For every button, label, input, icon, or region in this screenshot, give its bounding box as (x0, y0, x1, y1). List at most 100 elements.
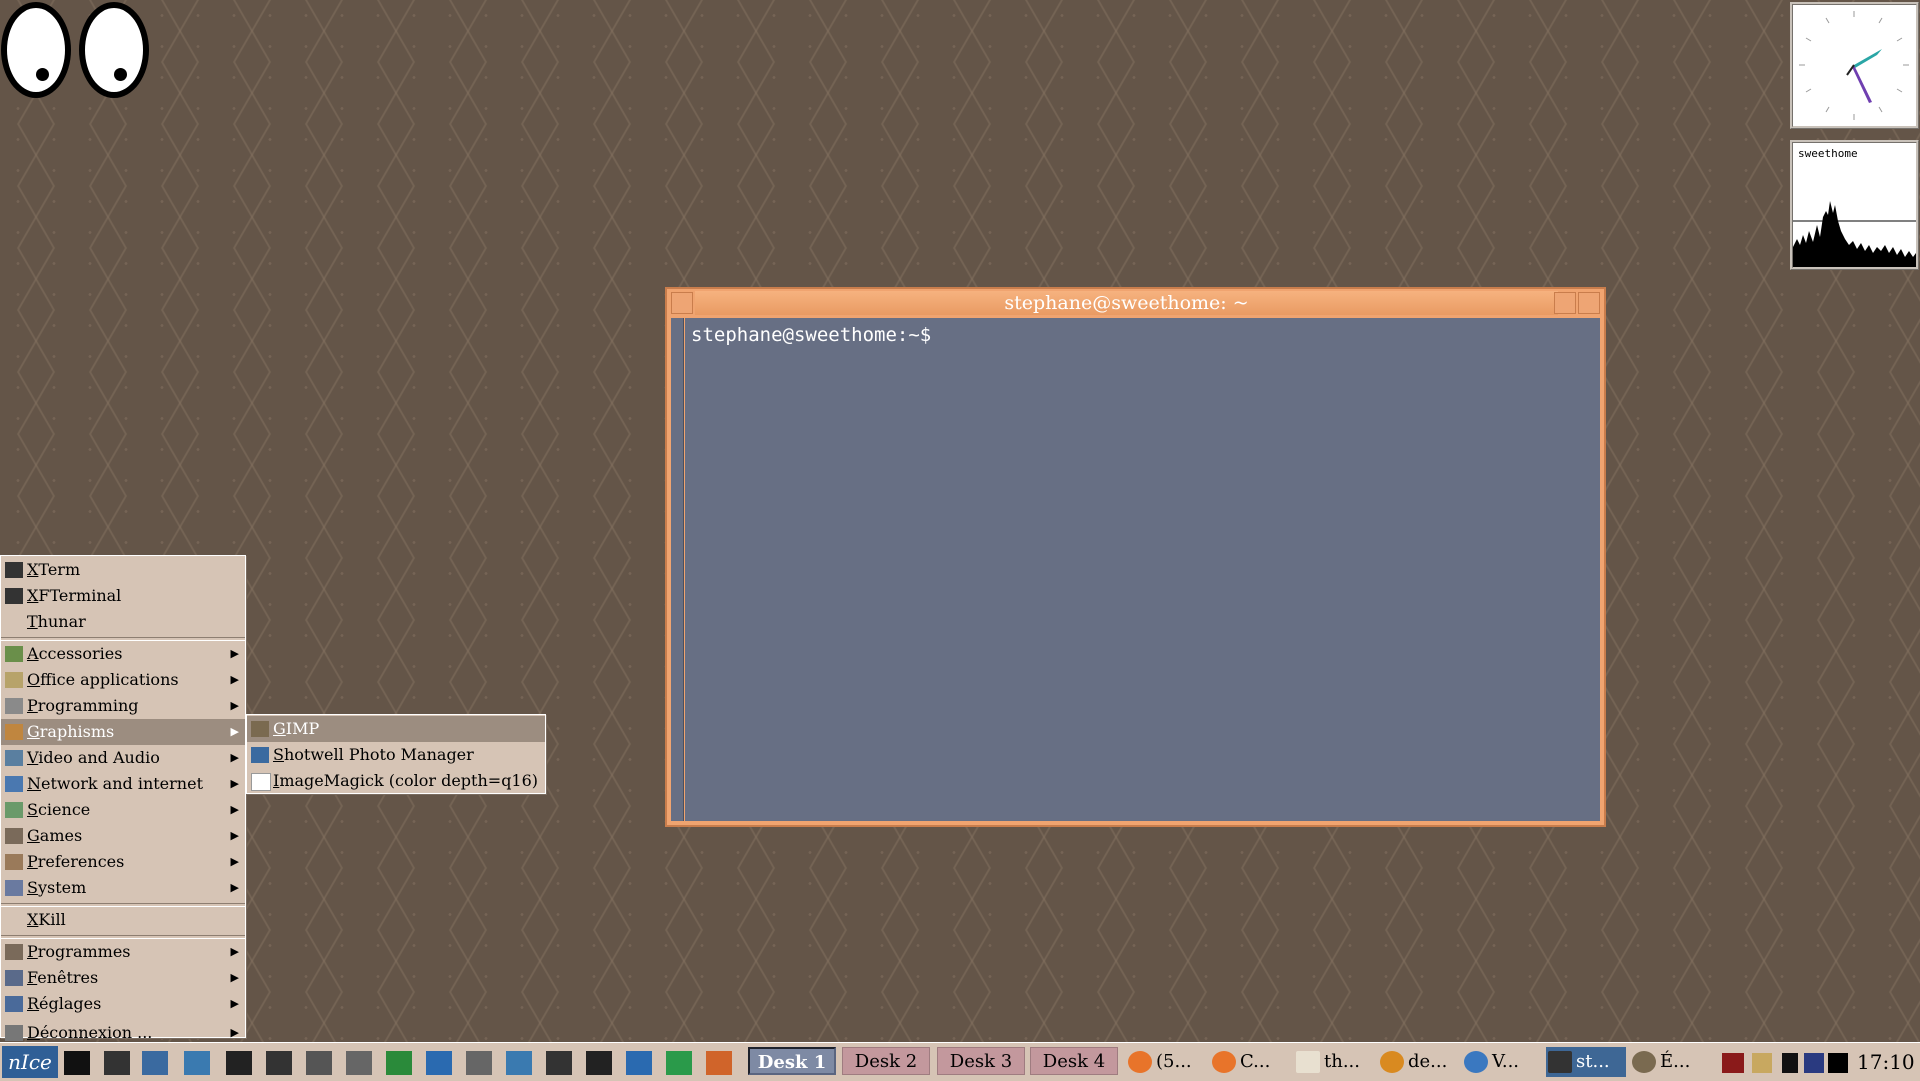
glasses-icon[interactable] (104, 1051, 130, 1075)
terminal-icon (1548, 1051, 1572, 1073)
terminal-icon[interactable] (266, 1051, 292, 1075)
submenu-arrow-icon: ▶ (230, 829, 239, 842)
menu-item-label: XKill (27, 910, 66, 929)
submenu-arrow-icon: ▶ (230, 971, 239, 984)
menu-item-graphisms[interactable]: Graphisms ▶ (1, 719, 245, 745)
terminal-icon (5, 588, 23, 604)
audio-icon[interactable] (1722, 1053, 1744, 1073)
tux-icon[interactable] (586, 1051, 612, 1075)
taskbar-task[interactable]: V... (1462, 1047, 1542, 1077)
menu-item-label: System (27, 878, 87, 897)
xeyes-widget (0, 0, 152, 100)
menu-item-programming[interactable]: Programming ▶ (1, 693, 245, 719)
task-label: V... (1492, 1051, 1520, 1072)
gimp-icon (1632, 1051, 1656, 1073)
start-button[interactable]: nIce (2, 1046, 58, 1078)
menu-item-label: ImageMagick (color depth=q16) (273, 771, 539, 790)
menu-item-preferences[interactable]: Preferences ▶ (1, 849, 245, 875)
taskbar-task[interactable]: (5... (1126, 1047, 1206, 1077)
calc-icon[interactable] (666, 1051, 692, 1075)
menu-item-label: Réglages (27, 994, 102, 1013)
minimize-button[interactable] (1554, 292, 1576, 314)
clipboard-icon[interactable] (1752, 1053, 1772, 1073)
monitor-icon[interactable] (142, 1051, 168, 1075)
clock-face-icon (1799, 11, 1909, 120)
menu-item-label: GIMP (273, 719, 320, 738)
runner-icon[interactable] (184, 1051, 210, 1075)
menu-item-label: Preferences (27, 852, 125, 871)
terminal-scrollbar[interactable] (671, 318, 684, 821)
menu-item-thunar[interactable]: Thunar (1, 609, 245, 635)
imagemagick-icon (251, 773, 271, 791)
taskbar-task[interactable]: st... (1546, 1047, 1626, 1077)
calculator-icon[interactable] (306, 1051, 332, 1075)
taskbar-task[interactable]: th... (1294, 1047, 1374, 1077)
computer-icon[interactable] (226, 1051, 252, 1075)
mail-icon[interactable] (466, 1051, 492, 1075)
desk-4-button[interactable]: Desk 4 (1030, 1047, 1118, 1075)
taskbar-task[interactable]: de... (1378, 1047, 1458, 1077)
network-icon[interactable] (426, 1051, 452, 1075)
maximize-button[interactable] (1578, 292, 1600, 314)
window-menu-button[interactable] (671, 292, 693, 314)
preferences-icon (5, 854, 23, 870)
writer-icon[interactable] (626, 1051, 652, 1075)
menu-item-xterm[interactable]: XTerm (1, 557, 245, 583)
menu-item-label: Fenêtres (27, 968, 99, 987)
battery-icon[interactable] (1782, 1053, 1798, 1073)
menu-item-xkill[interactable]: XKill (1, 907, 245, 933)
menu-item-programmes[interactable]: Programmes ▶ (1, 939, 245, 965)
menu-item-science[interactable]: Science ▶ (1, 797, 245, 823)
desk-3-button[interactable]: Desk 3 (937, 1047, 1025, 1075)
menu-item-fen-tres[interactable]: Fenêtres ▶ (1, 965, 245, 991)
text-editor-icon[interactable] (346, 1051, 372, 1075)
menu-item-label: XTerm (27, 560, 81, 579)
firefox-icon (1212, 1051, 1236, 1073)
menu-item-xfterminal[interactable]: XFTerminal (1, 583, 245, 609)
games-icon (5, 828, 23, 844)
video-audio-icon (5, 750, 23, 766)
menu-item-r-glages[interactable]: Réglages ▶ (1, 991, 245, 1017)
folder-icon (1296, 1051, 1320, 1073)
desk-1-button[interactable]: Desk 1 (748, 1047, 836, 1075)
submenu-item-gimp[interactable]: GIMP (247, 716, 545, 742)
taskbar: nIce Desk 1 Desk 2 Desk 3 Desk 4 (5... C... th… (0, 1042, 1920, 1081)
camera-icon[interactable] (546, 1051, 572, 1075)
analog-clock (1790, 2, 1919, 129)
menu-item-accessories[interactable]: Accessories ▶ (1, 641, 245, 667)
cde-icon[interactable] (64, 1051, 90, 1075)
load-graph-icon (1793, 201, 1916, 267)
impress-icon[interactable] (706, 1051, 732, 1075)
menu-item-label: Programmes (27, 942, 131, 961)
desk-2-button[interactable]: Desk 2 (842, 1047, 930, 1075)
submenu-arrow-icon: ▶ (230, 881, 239, 894)
right-pupil (114, 68, 127, 81)
menu-item-games[interactable]: Games ▶ (1, 823, 245, 849)
terminal-prompt: stephane@sweethome:~$ (691, 324, 932, 346)
submenu-item-imagemagick-color-depth-q16[interactable]: ImageMagick (color depth=q16) (247, 768, 545, 794)
terminal-content[interactable]: stephane@sweethome:~$ (685, 318, 1600, 821)
menu-item-label: Games (27, 826, 83, 845)
network-status-icon[interactable] (1804, 1053, 1824, 1073)
menu-item-network-and-internet[interactable]: Network and internet ▶ (1, 771, 245, 797)
terminal-icon (5, 562, 23, 578)
submenu-arrow-icon: ▶ (230, 725, 239, 738)
taskbar-clock[interactable]: 17:10 (1857, 1046, 1915, 1078)
submenu-arrow-icon: ▶ (230, 945, 239, 958)
menu-item-video-and-audio[interactable]: Video and Audio ▶ (1, 745, 245, 771)
folder-icon[interactable] (506, 1051, 532, 1075)
taskbar-task[interactable]: C... (1210, 1047, 1290, 1077)
check-icon[interactable] (386, 1051, 412, 1075)
submenu-item-shotwell-photo-manager[interactable]: Shotwell Photo Manager (247, 742, 545, 768)
menu-item-label: Network and internet (27, 774, 203, 793)
screen-icon[interactable] (1828, 1053, 1848, 1073)
thunderbird-icon (1464, 1051, 1488, 1073)
taskbar-task[interactable]: É... (1630, 1047, 1710, 1077)
start-menu: XTerm XFTerminal Thunar Accessories ▶ Office … (0, 555, 246, 1042)
window-title[interactable]: stephane@sweethome: ~ (695, 291, 1558, 315)
menu-item-system[interactable]: System ▶ (1, 875, 245, 901)
programming-icon (5, 698, 23, 714)
menu-item-office-applications[interactable]: Office applications ▶ (1, 667, 245, 693)
terminal-window[interactable]: stephane@sweethome: ~ stephane@sweethome… (665, 287, 1606, 827)
settings-icon (5, 996, 23, 1012)
